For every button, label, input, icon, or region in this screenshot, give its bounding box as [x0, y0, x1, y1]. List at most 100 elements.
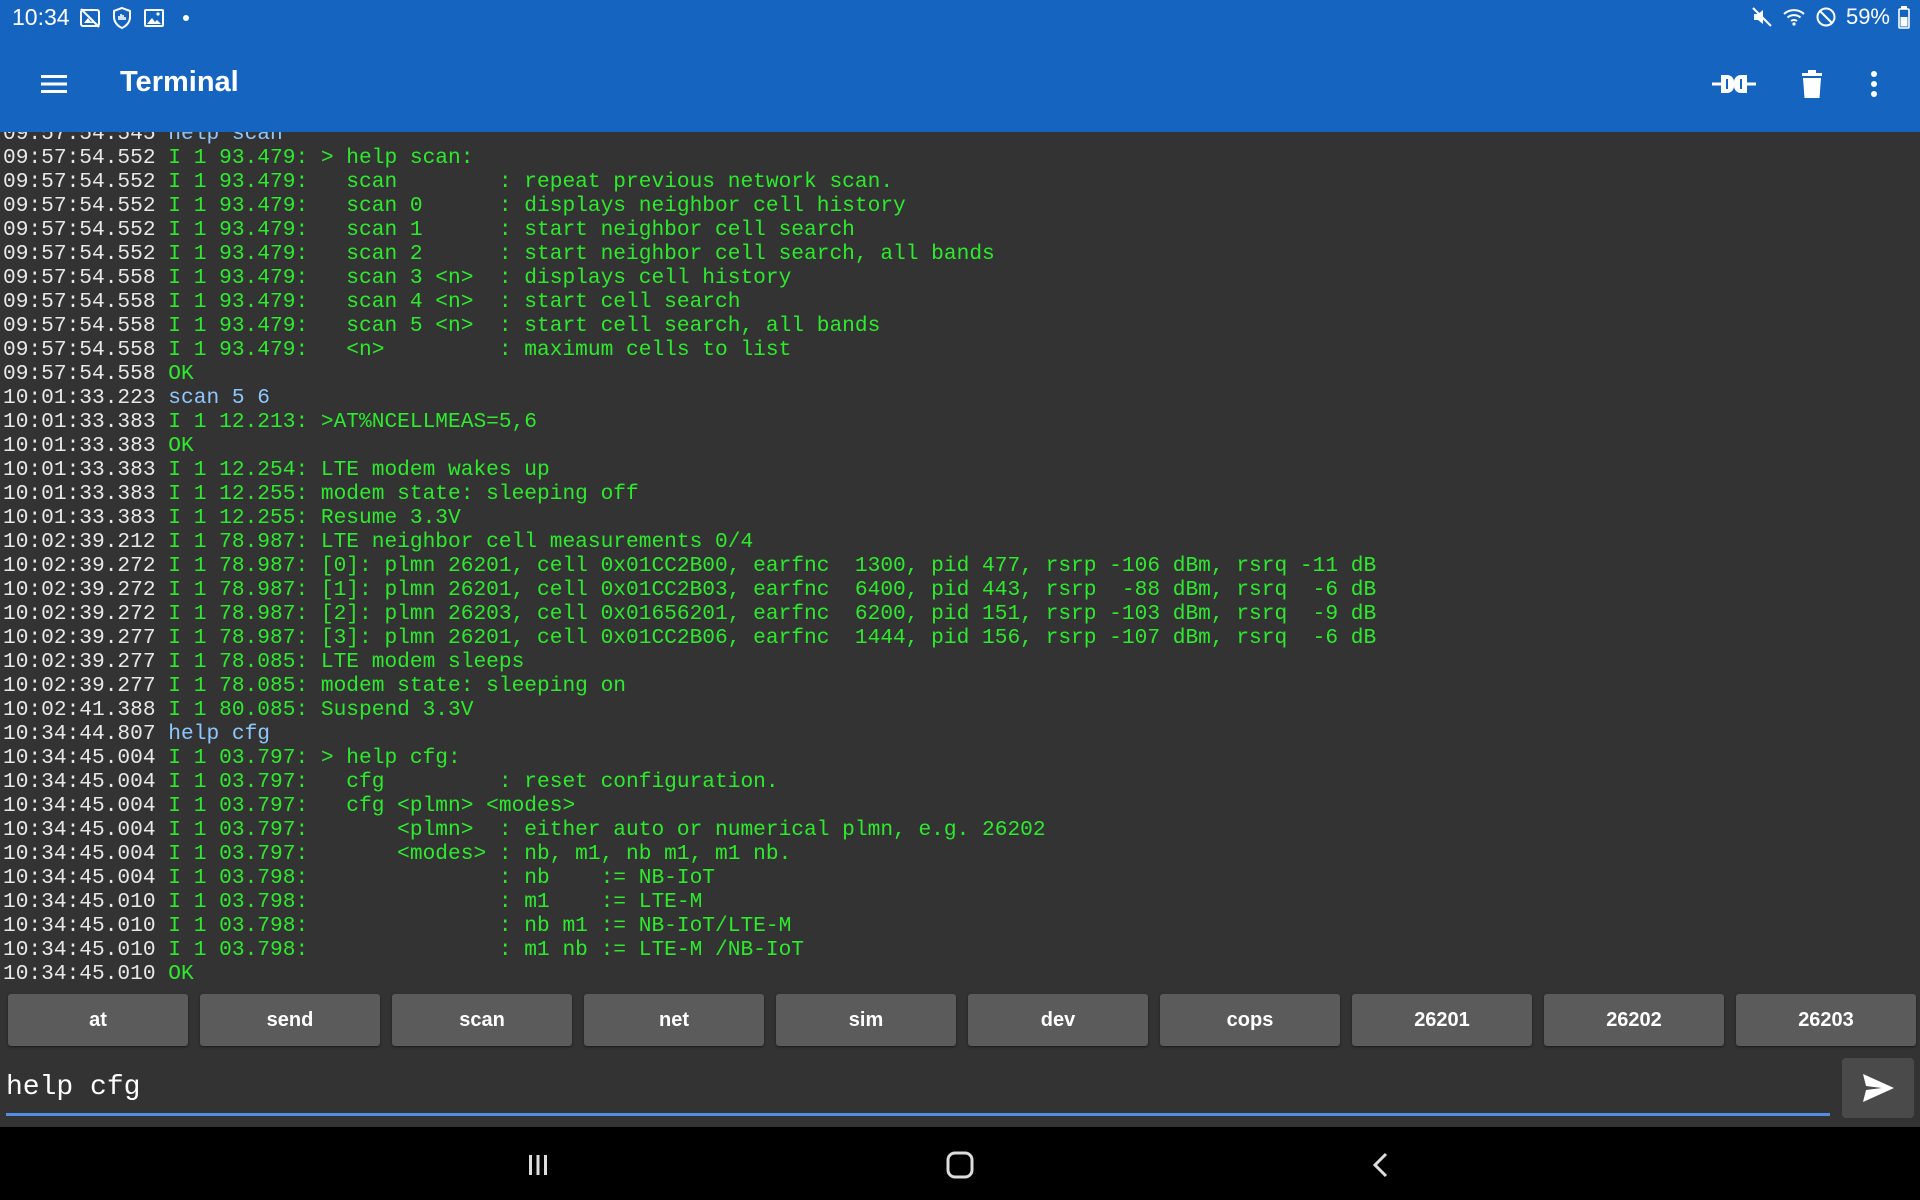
terminal-line: 10:01:33.383 I 1 12.255: Resume 3.3V [3, 506, 1376, 530]
quick-button-at[interactable]: at [8, 994, 188, 1046]
line-timestamp: 10:01:33.383 [3, 434, 156, 458]
line-timestamp: 09:57:54.552 [3, 194, 156, 218]
quick-button-26203[interactable]: 26203 [1736, 994, 1916, 1046]
line-timestamp: 10:34:45.004 [3, 770, 156, 794]
terminal-line: 10:01:33.383 I 1 12.213: >AT%NCELLMEAS=5… [3, 410, 1376, 434]
received-text: I 1 03.797: > help cfg: [168, 746, 461, 770]
received-text: I 1 03.798: : nb := NB-IoT [168, 866, 716, 890]
received-text: I 1 78.987: [1]: plmn 26201, cell 0x01CC… [168, 578, 1377, 602]
received-text: I 1 03.797: <modes> : nb, m1, nb m1, m1 … [168, 842, 792, 866]
line-timestamp: 10:34:45.004 [3, 794, 156, 818]
received-text: I 1 93.479: scan 0 : displays neighbor c… [168, 194, 906, 218]
command-input[interactable]: help cfg [6, 1068, 1830, 1108]
mute-icon [1750, 5, 1774, 29]
quick-button-26202[interactable]: 26202 [1544, 994, 1724, 1046]
received-text: I 1 78.987: LTE neighbor cell measuremen… [168, 530, 754, 554]
received-text: I 1 03.797: cfg <plmn> <modes> [168, 794, 576, 818]
received-text: I 1 12.255: modem state: sleeping off [168, 482, 639, 506]
app-title: Terminal [120, 66, 239, 98]
terminal-line: 10:34:45.004 I 1 03.798: : nb := NB-IoT [3, 866, 1376, 890]
system-nav-bar [0, 1127, 1920, 1200]
quick-button-net[interactable]: net [584, 994, 764, 1046]
home-icon [946, 1151, 974, 1179]
line-timestamp: 09:57:54.558 [3, 362, 156, 386]
terminal-line: 09:57:54.558 I 1 93.479: <n> : maximum c… [3, 338, 1376, 362]
line-timestamp: 10:34:45.004 [3, 746, 156, 770]
quick-button-sim[interactable]: sim [776, 994, 956, 1046]
quick-command-bar: at send scan net sim dev cops 26201 2620… [0, 984, 1920, 1050]
terminal-lines: 09:57:54.545 help scan 09:57:54.552 I 1 9… [3, 132, 1376, 984]
terminal-line: 10:02:39.272 I 1 78.987: [1]: plmn 26201… [3, 578, 1376, 602]
shield-hand-icon [110, 6, 134, 30]
line-timestamp: 09:57:54.552 [3, 242, 156, 266]
terminal-line: 09:57:54.558 I 1 93.479: scan 5 <n> : st… [3, 314, 1376, 338]
line-timestamp: 10:34:45.004 [3, 818, 156, 842]
terminal-line: 09:57:54.558 I 1 93.479: scan 4 <n> : st… [3, 290, 1376, 314]
received-text: I 1 03.798: : m1 nb := LTE-M /NB-IoT [168, 938, 805, 962]
terminal-line: 10:02:39.272 I 1 78.987: [2]: plmn 26203… [3, 602, 1376, 626]
terminal-output[interactable]: 09:57:54.545 help scan 09:57:54.552 I 1 9… [0, 132, 1920, 984]
line-timestamp: 10:02:39.212 [3, 530, 156, 554]
send-button[interactable] [1842, 1058, 1914, 1118]
quick-button-scan[interactable]: scan [392, 994, 572, 1046]
back-icon [1372, 1152, 1388, 1178]
received-text: I 1 93.479: scan 5 <n> : start cell sear… [168, 314, 881, 338]
terminal-line: 10:02:39.277 I 1 78.085: LTE modem sleep… [3, 650, 1376, 674]
line-timestamp: 10:02:39.272 [3, 602, 156, 626]
terminal-line: 09:57:54.552 I 1 93.479: scan 1 : start … [3, 218, 1376, 242]
line-timestamp: 10:01:33.383 [3, 482, 156, 506]
terminal-line: 10:02:39.272 I 1 78.987: [0]: plmn 26201… [3, 554, 1376, 578]
line-timestamp: 10:34:45.010 [3, 938, 156, 962]
received-text: I 1 03.797: <plmn> : either auto or nume… [168, 818, 1046, 842]
menu-button[interactable] [30, 60, 78, 108]
received-text: I 1 03.798: : m1 := LTE-M [168, 890, 703, 914]
line-timestamp: 09:57:54.558 [3, 290, 156, 314]
terminal-line: 10:02:39.277 I 1 78.987: [3]: plmn 26201… [3, 626, 1376, 650]
home-button[interactable] [940, 1145, 980, 1185]
trash-icon [1802, 70, 1822, 98]
terminal-line: 10:02:39.212 I 1 78.987: LTE neighbor ce… [3, 530, 1376, 554]
received-text: I 1 78.085: modem state: sleeping on [168, 674, 627, 698]
received-text: I 1 12.213: >AT%NCELLMEAS=5,6 [168, 410, 538, 434]
line-timestamp: 09:57:54.552 [3, 170, 156, 194]
quick-button-cops[interactable]: cops [1160, 994, 1340, 1046]
line-timestamp: 09:57:54.558 [3, 314, 156, 338]
terminal-line: 10:34:45.010 OK [3, 962, 1376, 984]
terminal-line: 10:34:45.010 I 1 03.798: : m1 nb := LTE-… [3, 938, 1376, 962]
received-text: OK [168, 962, 194, 984]
status-time: 10:34 [12, 4, 70, 30]
back-button[interactable] [1362, 1145, 1402, 1185]
line-timestamp: 09:57:54.552 [3, 218, 156, 242]
clear-terminal-button[interactable] [1788, 60, 1836, 108]
terminal-line: 10:02:39.277 I 1 78.085: modem state: sl… [3, 674, 1376, 698]
terminal-line: 10:34:45.004 I 1 03.797: cfg : reset con… [3, 770, 1376, 794]
received-text: I 1 93.479: scan 4 <n> : start cell sear… [168, 290, 741, 314]
received-text: I 1 03.797: cfg : reset configuration. [168, 770, 779, 794]
terminal-line: 10:34:45.004 I 1 03.797: <plmn> : either… [3, 818, 1376, 842]
terminal-line: 09:57:54.552 I 1 93.479: > help scan: [3, 146, 1376, 170]
terminal-line: 10:34:45.004 I 1 03.797: cfg <plmn> <mod… [3, 794, 1376, 818]
received-text: I 1 93.479: > help scan: [168, 146, 474, 170]
terminal-line: 10:34:45.004 I 1 03.797: > help cfg: [3, 746, 1376, 770]
received-text: I 1 93.479: scan : repeat previous netwo… [168, 170, 894, 194]
connect-button[interactable] [1710, 60, 1758, 108]
line-timestamp: 10:34:44.807 [3, 722, 156, 746]
more-options-button[interactable] [1850, 60, 1898, 108]
quick-button-dev[interactable]: dev [968, 994, 1148, 1046]
received-text: I 1 78.085: LTE modem sleeps [168, 650, 525, 674]
line-timestamp: 10:34:45.010 [3, 962, 156, 984]
quick-button-send[interactable]: send [200, 994, 380, 1046]
line-timestamp: 10:01:33.383 [3, 458, 156, 482]
line-timestamp: 10:01:33.383 [3, 506, 156, 530]
received-text: I 1 93.479: scan 3 <n> : displays cell h… [168, 266, 792, 290]
line-timestamp: 09:57:54.558 [3, 338, 156, 362]
status-notification-icons [78, 6, 198, 30]
sent-command-text: scan 5 6 [168, 386, 271, 410]
quick-button-26201[interactable]: 26201 [1352, 994, 1532, 1046]
send-icon [1863, 1074, 1894, 1102]
status-system-icons: 59% [1750, 4, 1910, 30]
line-timestamp: 09:57:54.552 [3, 146, 156, 170]
recents-button[interactable] [518, 1145, 558, 1185]
line-timestamp: 10:02:41.388 [3, 698, 156, 722]
received-text: I 1 12.254: LTE modem wakes up [168, 458, 550, 482]
